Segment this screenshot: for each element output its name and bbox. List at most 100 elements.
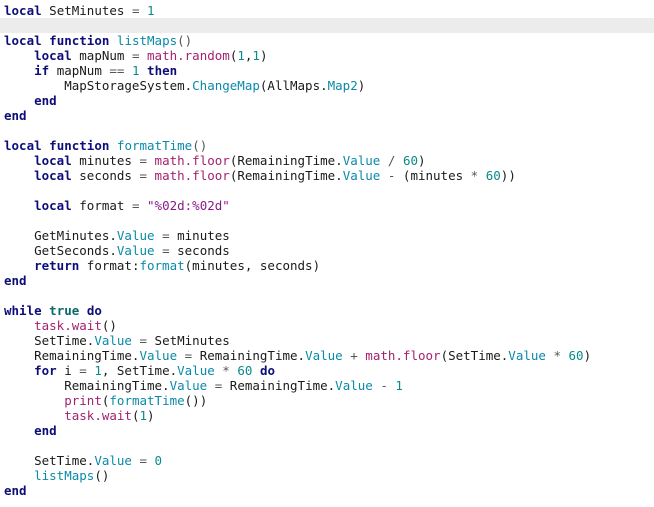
code-line[interactable]: end <box>4 93 57 108</box>
code-token: 1 <box>147 3 155 18</box>
code-token: local <box>34 48 72 63</box>
code-token: Value <box>305 348 343 363</box>
code-token: 1 <box>237 48 245 63</box>
code-line[interactable]: if mapNum == 1 then <box>4 63 177 78</box>
code-token: (AllMaps. <box>259 78 328 93</box>
code-line[interactable]: local seconds = math.floor(RemainingTime… <box>4 168 516 183</box>
code-token: do <box>259 363 276 378</box>
code-token: local <box>34 198 72 213</box>
code-token: math.floor <box>154 168 230 183</box>
code-token: = <box>139 168 148 183</box>
code-token: end <box>34 423 57 438</box>
code-token: 1 <box>252 48 260 63</box>
code-token: end <box>4 483 27 498</box>
code-token: 0 <box>154 453 163 468</box>
code-line[interactable]: end <box>4 273 27 288</box>
code-line[interactable]: for i = 1, SetTime.Value * 60 do <box>4 363 275 378</box>
code-token: SetTime. <box>4 333 95 348</box>
code-line[interactable]: local minutes = math.floor(RemainingTime… <box>4 153 426 168</box>
code-token: GetMinutes. <box>4 228 117 243</box>
code-line[interactable]: while true do <box>4 303 102 318</box>
code-line[interactable]: SetTime.Value = SetMinutes <box>4 333 230 348</box>
code-token: Value <box>508 348 546 363</box>
code-line[interactable]: listMaps() <box>4 468 109 483</box>
code-token: RemainingTime. <box>4 378 170 393</box>
code-token: (RemainingTime. <box>229 153 343 168</box>
code-token: () <box>101 318 117 333</box>
code-line[interactable]: GetSeconds.Value = seconds <box>4 243 230 258</box>
code-line[interactable]: local format = "%02d:%02d" <box>4 198 230 213</box>
code-token: function <box>49 33 110 48</box>
code-token: end <box>34 93 57 108</box>
code-token: = <box>79 363 87 378</box>
code-line[interactable]: local mapNum = math.random(1,1) <box>4 48 267 63</box>
code-token: format <box>139 258 185 273</box>
code-line[interactable]: task.wait(1) <box>4 408 155 423</box>
code-token: Value <box>116 243 155 258</box>
code-line[interactable]: SetTime.Value = 0 <box>4 453 162 468</box>
code-token: () <box>177 33 193 48</box>
code-token: RemainingTime. <box>4 348 140 363</box>
code-line[interactable]: local SetMinutes = 1 <box>4 3 155 18</box>
code-token: )) <box>500 168 516 183</box>
code-token: ) <box>147 408 155 423</box>
code-line[interactable]: local function listMaps() <box>4 33 192 48</box>
code-line[interactable]: print(formatTime()) <box>4 393 207 408</box>
code-line[interactable]: end <box>4 483 27 498</box>
code-token: math.floor <box>365 348 441 363</box>
code-token: minutes <box>71 153 140 168</box>
code-token: 60 <box>485 168 501 183</box>
code-token: listMaps <box>116 33 178 48</box>
code-token: task.wait <box>34 318 102 333</box>
code-line[interactable]: GetMinutes.Value = minutes <box>4 228 230 243</box>
code-line[interactable]: end <box>4 423 57 438</box>
code-line[interactable]: end <box>4 108 27 123</box>
code-line[interactable]: MapStorageSystem.ChangeMap(AllMaps.Map2) <box>4 78 365 93</box>
code-token: 1 <box>139 408 148 423</box>
code-token: 1 <box>131 63 140 78</box>
code-token: i <box>56 363 80 378</box>
code-token: ()) <box>184 393 208 408</box>
code-token: 1 <box>395 378 403 393</box>
code-token: Value <box>116 228 155 243</box>
code-token: function <box>49 138 110 153</box>
code-token: Value <box>342 153 381 168</box>
code-token: seconds <box>169 243 230 258</box>
code-editor[interactable]: local SetMinutes = 1 local function listM… <box>0 0 654 507</box>
current-line-highlight <box>0 18 654 33</box>
code-token: ) <box>418 153 426 168</box>
code-token: mapNum <box>49 63 110 78</box>
code-token: for <box>34 363 57 378</box>
code-token: local <box>4 138 42 153</box>
code-token: SetMinutes <box>41 3 132 18</box>
code-line[interactable]: task.wait() <box>4 318 117 333</box>
code-token: end <box>4 108 27 123</box>
code-line[interactable]: local function formatTime() <box>4 138 207 153</box>
code-token: 60 <box>568 348 584 363</box>
code-token: 60 <box>237 363 253 378</box>
code-line[interactable]: RemainingTime.Value = RemainingTime.Valu… <box>4 348 591 363</box>
code-token: mapNum <box>71 48 132 63</box>
code-token: Value <box>94 333 132 348</box>
code-token: local <box>34 168 72 183</box>
code-line[interactable]: RemainingTime.Value = RemainingTime.Valu… <box>4 378 403 393</box>
code-token: (SetTime. <box>440 348 509 363</box>
code-line[interactable]: return format:format(minutes, seconds) <box>4 258 320 273</box>
code-token: ) <box>583 348 592 363</box>
code-token: - <box>380 378 388 393</box>
code-token: Value <box>139 348 178 363</box>
